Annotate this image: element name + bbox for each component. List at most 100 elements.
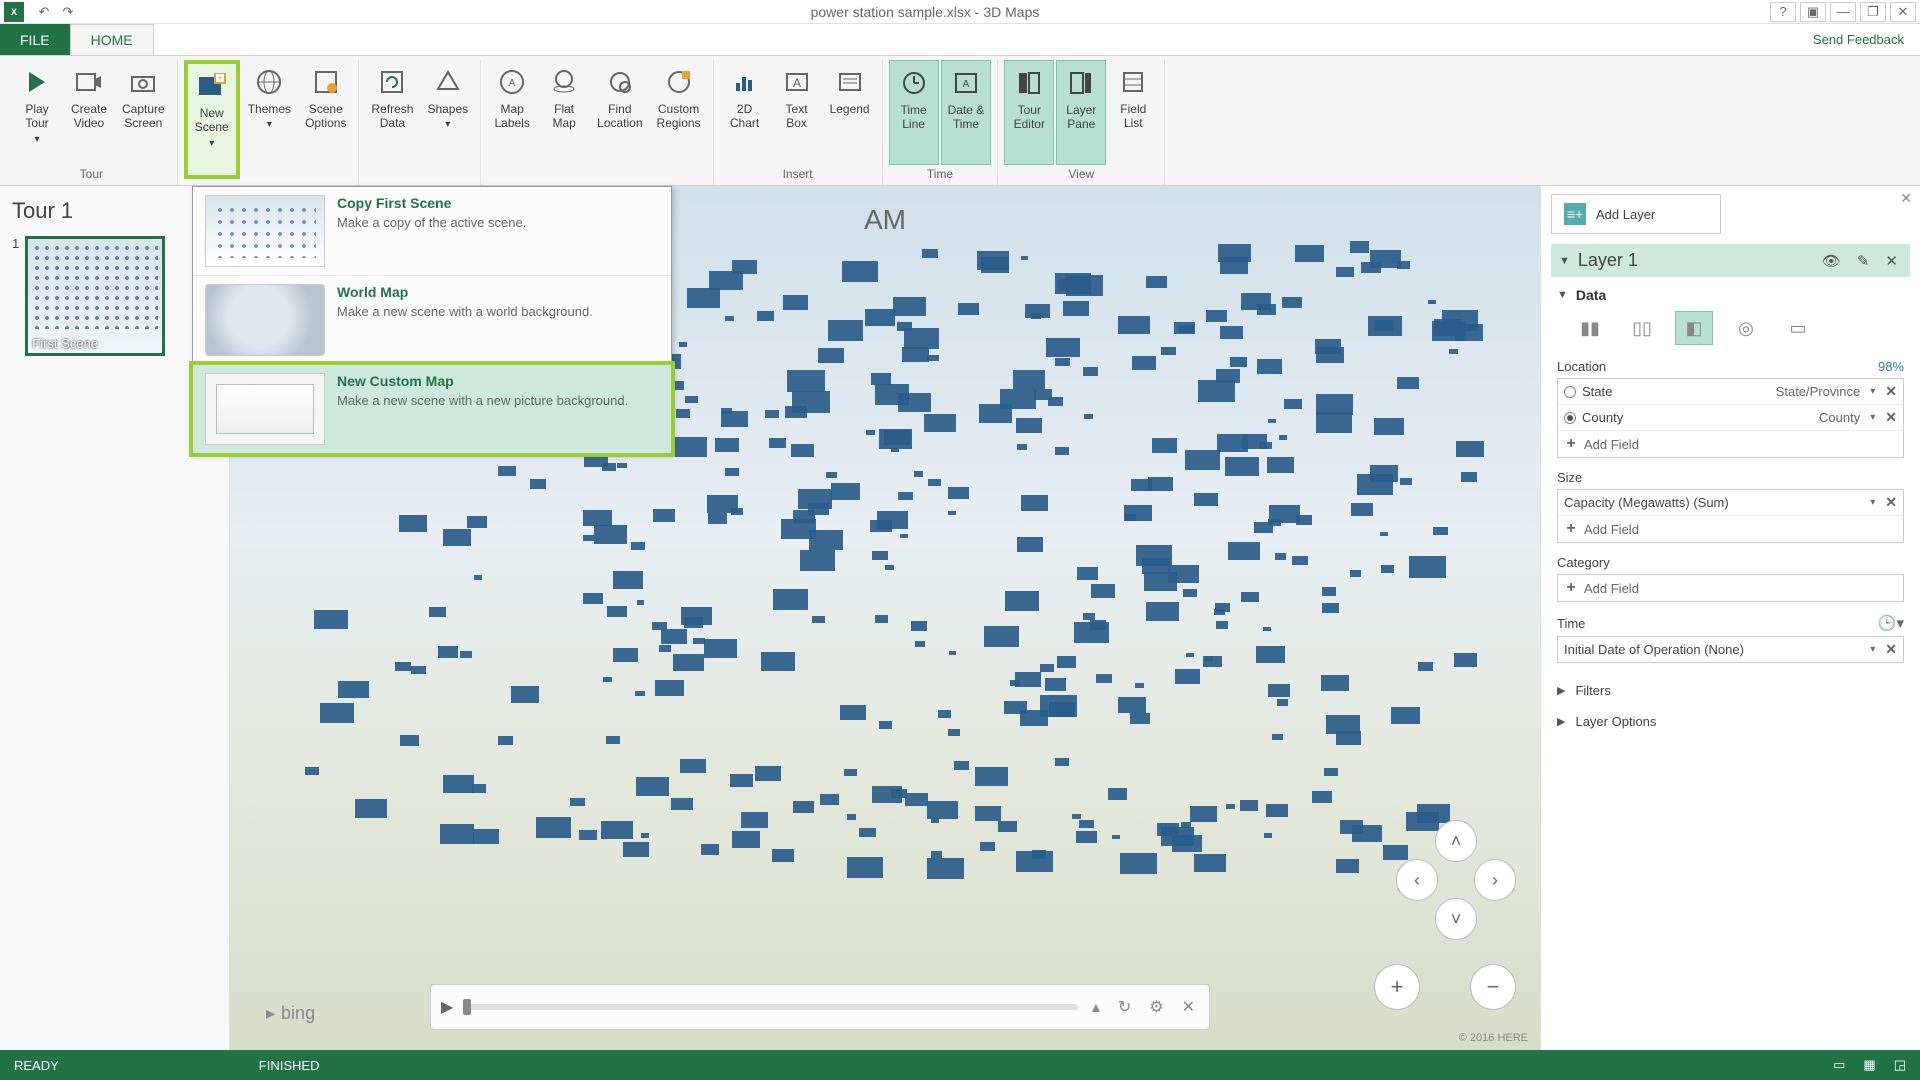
new-scene-button[interactable]: +New Scene <box>184 60 240 179</box>
ribbon: Play Tour Create Video Capture Screen To… <box>0 56 1920 186</box>
play-icon <box>19 64 55 100</box>
play-tour-button[interactable]: Play Tour <box>12 60 62 165</box>
viz-heatmap-button[interactable]: ◎ <box>1727 311 1765 345</box>
layer-delete-button[interactable]: ✕ <box>1881 252 1902 270</box>
timeline-speed-button[interactable]: ▴ <box>1088 997 1104 1017</box>
timeline-settings-button[interactable]: ⚙ <box>1145 997 1167 1017</box>
remove-field-button[interactable]: ✕ <box>1885 641 1897 658</box>
group-label-tour: Tour <box>80 165 103 185</box>
visualization-type-row: ▮▮ ▯▯ ◧ ◎ ▭ <box>1571 311 1904 345</box>
remove-field-button[interactable]: ✕ <box>1885 494 1897 511</box>
custom-map-thumb-icon <box>205 373 325 445</box>
menu-item-new-custom-map[interactable]: New Custom MapMake a new scene with a ne… <box>189 361 675 457</box>
status-bar: READY FINISHED ▭ ▦ ◲ <box>0 1050 1920 1080</box>
rotate-left-button[interactable]: ‹ <box>1396 859 1438 901</box>
remove-field-button[interactable]: ✕ <box>1885 383 1897 400</box>
menu-item-world-map[interactable]: World MapMake a new scene with a world b… <box>193 276 671 365</box>
timeline-button[interactable]: Time Line <box>889 60 939 165</box>
layer-pane: ✕ ≡+ Add Layer ▼ Layer 1 👁 ✎ ✕ ▼Data ▮▮ … <box>1540 186 1920 1050</box>
radio-checked-icon[interactable] <box>1564 412 1576 424</box>
timeline-close-button[interactable]: ✕ <box>1178 997 1199 1017</box>
globe-icon <box>251 64 287 100</box>
viz-region-button[interactable]: ▭ <box>1779 311 1817 345</box>
add-category-field-button[interactable]: +Add Field <box>1558 575 1903 601</box>
time-settings-button[interactable]: 🕒▾ <box>1878 614 1904 632</box>
layer-rename-button[interactable]: ✎ <box>1853 252 1874 270</box>
add-layer-button[interactable]: ≡+ Add Layer <box>1551 194 1721 234</box>
statusbar-view3-button[interactable]: ◲ <box>1894 1057 1906 1073</box>
text-box-button[interactable]: AText Box <box>772 60 822 165</box>
location-field-state[interactable]: State State/Province ▾ ✕ <box>1558 379 1903 405</box>
layer-header[interactable]: ▼ Layer 1 👁 ✎ ✕ <box>1551 244 1910 277</box>
layer-options-section-header[interactable]: ▶Layer Options <box>1551 706 1910 737</box>
scene-thumbnail[interactable]: First Scene <box>25 236 165 356</box>
map-labels-button[interactable]: AMap Labels <box>487 60 537 179</box>
map-copyright: © 2016 HERE <box>1459 1032 1528 1044</box>
location-field-county[interactable]: County County ▾ ✕ <box>1558 405 1903 431</box>
statusbar-view1-button[interactable]: ▭ <box>1833 1057 1845 1073</box>
timeline-handle[interactable] <box>463 999 471 1015</box>
add-size-field-button[interactable]: +Add Field <box>1558 516 1903 542</box>
viz-bubble-button[interactable]: ◧ <box>1675 311 1713 345</box>
undo-button[interactable]: ↶ <box>32 2 56 22</box>
zoom-in-button[interactable]: + <box>1374 964 1420 1010</box>
chevron-down-icon[interactable]: ▾ <box>1866 412 1879 423</box>
2d-chart-button[interactable]: 2D Chart <box>720 60 770 165</box>
chevron-down-icon[interactable]: ▾ <box>1866 386 1879 397</box>
timeline-play-button[interactable]: ▶ <box>441 997 453 1017</box>
chevron-down-icon[interactable]: ▾ <box>1866 644 1879 655</box>
statusbar-view2-button[interactable]: ▦ <box>1863 1057 1875 1073</box>
radio-unchecked-icon[interactable] <box>1564 386 1576 398</box>
scene-options-button[interactable]: Scene Options <box>299 60 352 179</box>
close-window-button[interactable]: ✕ <box>1890 2 1916 22</box>
legend-button[interactable]: Legend <box>824 60 876 165</box>
create-video-button[interactable]: Create Video <box>64 60 114 165</box>
ribbon-toggle-button[interactable]: ▣ <box>1800 2 1826 22</box>
maximize-button[interactable]: ❐ <box>1860 2 1886 22</box>
viz-clustered-column-button[interactable]: ▯▯ <box>1623 311 1661 345</box>
tour-editor-button[interactable]: Tour Editor <box>1004 60 1054 165</box>
shapes-button[interactable]: Shapes <box>421 60 474 179</box>
tilt-up-button[interactable]: ˄ <box>1435 820 1477 862</box>
flat-map-button[interactable]: Flat Map <box>539 60 589 179</box>
menu-item-copy-scene[interactable]: Copy First SceneMake a copy of the activ… <box>193 187 671 276</box>
date-time-button[interactable]: ADate & Time <box>941 60 992 165</box>
capture-screen-button[interactable]: Capture Screen <box>116 60 171 165</box>
find-location-button[interactable]: Find Location <box>591 60 648 179</box>
new-scene-icon: + <box>194 68 230 104</box>
remove-field-button[interactable]: ✕ <box>1885 409 1897 426</box>
new-scene-dropdown: Copy First SceneMake a copy of the activ… <box>192 186 672 454</box>
help-button[interactable]: ? <box>1770 2 1796 22</box>
custom-regions-button[interactable]: Custom Regions <box>651 60 707 179</box>
zoom-out-button[interactable]: − <box>1470 964 1516 1010</box>
chevron-down-icon[interactable]: ▾ <box>1866 497 1879 508</box>
size-label: Size <box>1557 470 1582 485</box>
layer-visibility-button[interactable]: 👁 <box>1818 252 1845 270</box>
themes-button[interactable]: Themes <box>242 60 297 179</box>
viz-stacked-column-button[interactable]: ▮▮ <box>1571 311 1609 345</box>
data-section-header[interactable]: ▼Data <box>1557 287 1904 303</box>
tab-home[interactable]: HOME <box>70 24 154 55</box>
redo-button[interactable]: ↷ <box>56 2 80 22</box>
tour-editor-icon <box>1011 65 1047 101</box>
add-location-field-button[interactable]: +Add Field <box>1558 431 1903 457</box>
field-list-icon <box>1115 64 1151 100</box>
refresh-data-button[interactable]: Refresh Data <box>365 60 419 179</box>
location-confidence[interactable]: 98% <box>1878 359 1904 374</box>
timeline-track[interactable] <box>463 1004 1078 1010</box>
layer-pane-close-button[interactable]: ✕ <box>1900 190 1912 207</box>
minimize-button[interactable]: — <box>1830 2 1856 22</box>
world-map-thumb-icon <box>205 284 325 356</box>
timeline-loop-button[interactable]: ↻ <box>1114 997 1135 1017</box>
rotate-right-button[interactable]: › <box>1474 859 1516 901</box>
field-list-button[interactable]: Field List <box>1108 60 1158 165</box>
layer-pane-button[interactable]: Layer Pane <box>1056 60 1106 165</box>
filters-section-header[interactable]: ▶Filters <box>1551 675 1910 706</box>
tilt-down-button[interactable]: ˅ <box>1435 898 1477 940</box>
tab-file[interactable]: FILE <box>0 24 70 55</box>
time-field[interactable]: Initial Date of Operation (None) ▾ ✕ <box>1558 637 1903 662</box>
svg-text:A: A <box>963 79 970 90</box>
send-feedback-link[interactable]: Send Feedback <box>1813 24 1920 55</box>
size-field[interactable]: Capacity (Megawatts) (Sum) ▾ ✕ <box>1558 490 1903 516</box>
chevron-down-icon: ▼ <box>1559 255 1570 267</box>
